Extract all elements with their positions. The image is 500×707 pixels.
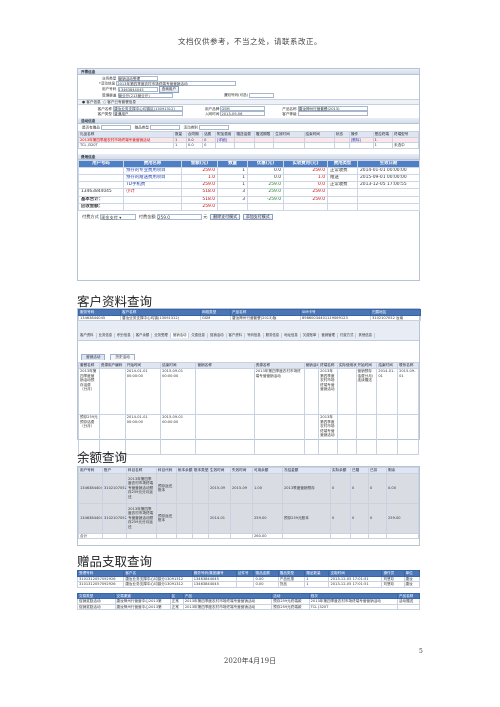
fee-item-link[interactable]: 预存的赠送费用项目 — [123, 173, 182, 183]
tab-item[interactable]: 服务信息 — [264, 333, 283, 338]
customer-activity-table: 套餐名称 资源用户编码 开始时间 结束时间 营销名称 资源名称 营销活动状态 终… — [78, 362, 419, 455]
customer-info-block: 客户名称 唐汝业务支撑中心均镇区(13091312) 用户品牌 GSM 产品名称… — [78, 105, 419, 118]
tab-item[interactable]: 客户资料 — [227, 333, 246, 338]
customer-nav-tabs: 客户资料 业务信息 积分信息 客户余额 业务受理 营销活动 欠费信息 促销活动 客户资料 号码信息… — [78, 321, 419, 341]
header-disclaimer: 文档仅供参考，不当之处，请联系改正。 — [178, 37, 322, 46]
fee-table: 用户号码 费用名称 金额(元) 数量 优惠(元) 实收费用(元) 费用类型 生效… — [78, 159, 420, 211]
gift-type-select[interactable] — [150, 125, 181, 130]
notify-input[interactable] — [249, 92, 275, 98]
tab-item[interactable]: 客户资料 — [78, 333, 97, 338]
channel-select[interactable]: 营业厅(213营业厅) — [117, 92, 173, 98]
table-row: 13463844045 小计 518.0 3 259.0 259.0 — [78, 188, 420, 197]
tab-item[interactable]: 业务信息 — [97, 333, 116, 338]
customer-info-table: 服务号码 客户名称 网络类型 产品名称 SIM卡号 归属地区 134638440… — [78, 309, 421, 321]
table-row: 13463844045 3102107052136 2013年第四季度农村市场终… — [78, 472, 419, 504]
tab-customer-info[interactable]: ● 客户信息 — [82, 100, 101, 104]
tab-item[interactable]: 积分信息 — [115, 333, 134, 338]
join-date-field: 2013-09-06 — [220, 111, 266, 116]
customer-type-field: 普通用户 — [113, 111, 184, 116]
heading-balance-query: 余额查询 — [77, 450, 128, 465]
table-row: 基本合计： 518.0 3 -259.0 259.0 — [78, 195, 420, 204]
balance-panel: 用户号码 账户 科目名称 科目代码 帐本余额 账本类型 生效时间 失效时间 可用… — [77, 466, 420, 546]
tab-item[interactable]: 业务受理 — [152, 333, 171, 338]
table-row: 预存的专业费用项目 259.0 1 0.0 259.0 正常收费 2014-01… — [78, 166, 420, 175]
table-row: 预存的赠送费用项目 1.0 1 0.0 1.0 赠送 2015-09-01 00… — [78, 173, 420, 183]
tab-item[interactable]: 营销活动 — [170, 333, 190, 338]
table-row: 预存259元预存话费（分月） 2014-01-01 00:00:00 2015-… — [78, 414, 419, 455]
tab-item[interactable]: 其他信息 — [356, 333, 375, 338]
gift-table: 受理号码 客户名 服务号码/集团编号 证件号 赠品金额 赠品类型 赠品数量 支取… — [76, 570, 420, 588]
activity-filters: 是否有赠品 赠品类型 活动类别 — [78, 124, 419, 131]
field-row-channel: 受理渠道 营业厅(213营业厅) 通知号码(可选) — [102, 92, 415, 98]
activity-table: 礼品名称 数量 合同期 话费 附加费用 赠送话费 赠送期限 生效时间 结束时间 … — [78, 131, 419, 149]
heading-gift-query: 赠品支取查询 — [77, 554, 153, 569]
payment-amount-input[interactable]: 259.0 — [156, 213, 202, 220]
field-label: 受理渠道 — [102, 93, 117, 97]
payment-method-select[interactable]: 现金支付 ▾ — [100, 213, 137, 220]
activity-subtabs: 营销活动 历史活动 — [78, 341, 419, 362]
field-label: *活动信息 — [99, 81, 116, 86]
table-row: 13463844045 唐汝业务支撑中心均镇(13091312) GSM 唐汝神… — [78, 314, 421, 321]
tab-item[interactable]: 付费方式 — [338, 333, 357, 338]
tab-item[interactable]: 欠费账单 — [301, 333, 320, 338]
table-row: 促销奖励活动 唐汝神州行营营中心2013第 正常 2013年第四季度农村市场终端… — [77, 603, 421, 610]
tab-item[interactable]: 营销管理 — [319, 333, 338, 338]
gift-flag-select[interactable] — [101, 125, 132, 130]
tab-item[interactable]: 促销活动 — [208, 333, 227, 338]
fee-item-link[interactable]: 预存的专业费用项目 — [123, 166, 182, 175]
field-label: 业务类型 — [102, 76, 117, 81]
order-form-panel: 开票信息 业务类型 营销活动受理 *活动信息 2013年第四季度农村市场终端专营… — [77, 68, 420, 281]
tab-item[interactable]: 欠费信息 — [189, 333, 208, 338]
table-row: 应收金额： 259.0 — [78, 202, 420, 211]
field-label: 用户号码 — [102, 87, 117, 91]
payment-row: 付费方式 现金支付 ▾ 付费金额 259.0 元 删除支付模式 添加支付模式 — [78, 211, 419, 224]
customer-query-panel: 服务号码 客户名称 网络类型 产品名称 SIM卡号 归属地区 134638440… — [77, 308, 421, 455]
notify-label: 通知号码(可选) — [223, 93, 249, 97]
delete-payment-button[interactable]: 删除支付模式 — [210, 213, 241, 221]
balance-table: 用户号码 账户 科目名称 科目代码 帐本余额 账本类型 生效时间 失效时间 可用… — [78, 467, 419, 539]
fee-item-link[interactable]: TD手机费 — [123, 181, 182, 190]
table-row: 2013年第四季度营销活动预存话费（分月） 2014-01-01 00:00:0… — [78, 368, 419, 415]
add-payment-button[interactable]: 添加支付模式 — [242, 213, 273, 221]
fee-table-header: 用户号码 费用名称 金额(元) 数量 优惠(元) 实收费用(元) 费用类型 生效… — [78, 159, 420, 168]
gift-detail-table: 交易类型 交易渠道 区 产品 活动 档次 产品名称 促销奖励活动 唐汝神州行营营… — [77, 592, 421, 611]
tab-history[interactable]: 历史活动 — [110, 354, 135, 360]
table-row: 13463844045 3102107052136 2013年第四季度农村市场终… — [78, 502, 419, 534]
tab-item[interactable]: 地址信息 — [282, 333, 301, 338]
tab-marketing[interactable]: 营销活动 — [81, 354, 106, 360]
tab-item[interactable]: 客户余额 — [134, 333, 153, 338]
customer-level-field — [297, 111, 368, 116]
table-row: TD手机费 259.0 1 259.0 0.0 正常收费 2013-12-05 … — [78, 181, 420, 190]
tab-item[interactable]: 号码信息 — [245, 333, 264, 338]
phone-input[interactable]: 13463844045 — [117, 86, 158, 92]
table-row: 促销奖励活动 唐汝神州行营营中心2013第 正常 2013年第四季度农村市场终端… — [77, 598, 421, 605]
page-number: 5 — [419, 648, 423, 655]
table-row: 3101312057092926 唐汝业务支撑中心均镇分13091312 134… — [76, 581, 420, 588]
tab-customer-package[interactable]: ○ 客户已有套餐信息 — [103, 100, 136, 104]
activity-category-select[interactable] — [199, 125, 230, 130]
table-row: 合计 260.00 — [78, 532, 419, 539]
gift-panel: 受理号码 客户名 服务号码/集团编号 证件号 赠品金额 赠品类型 赠品数量 支取… — [76, 570, 421, 638]
footer-date: 2020年4月19日 — [223, 657, 277, 665]
table-row: TCL J320T 1 0.0 0 1 未选中 — [78, 142, 419, 149]
